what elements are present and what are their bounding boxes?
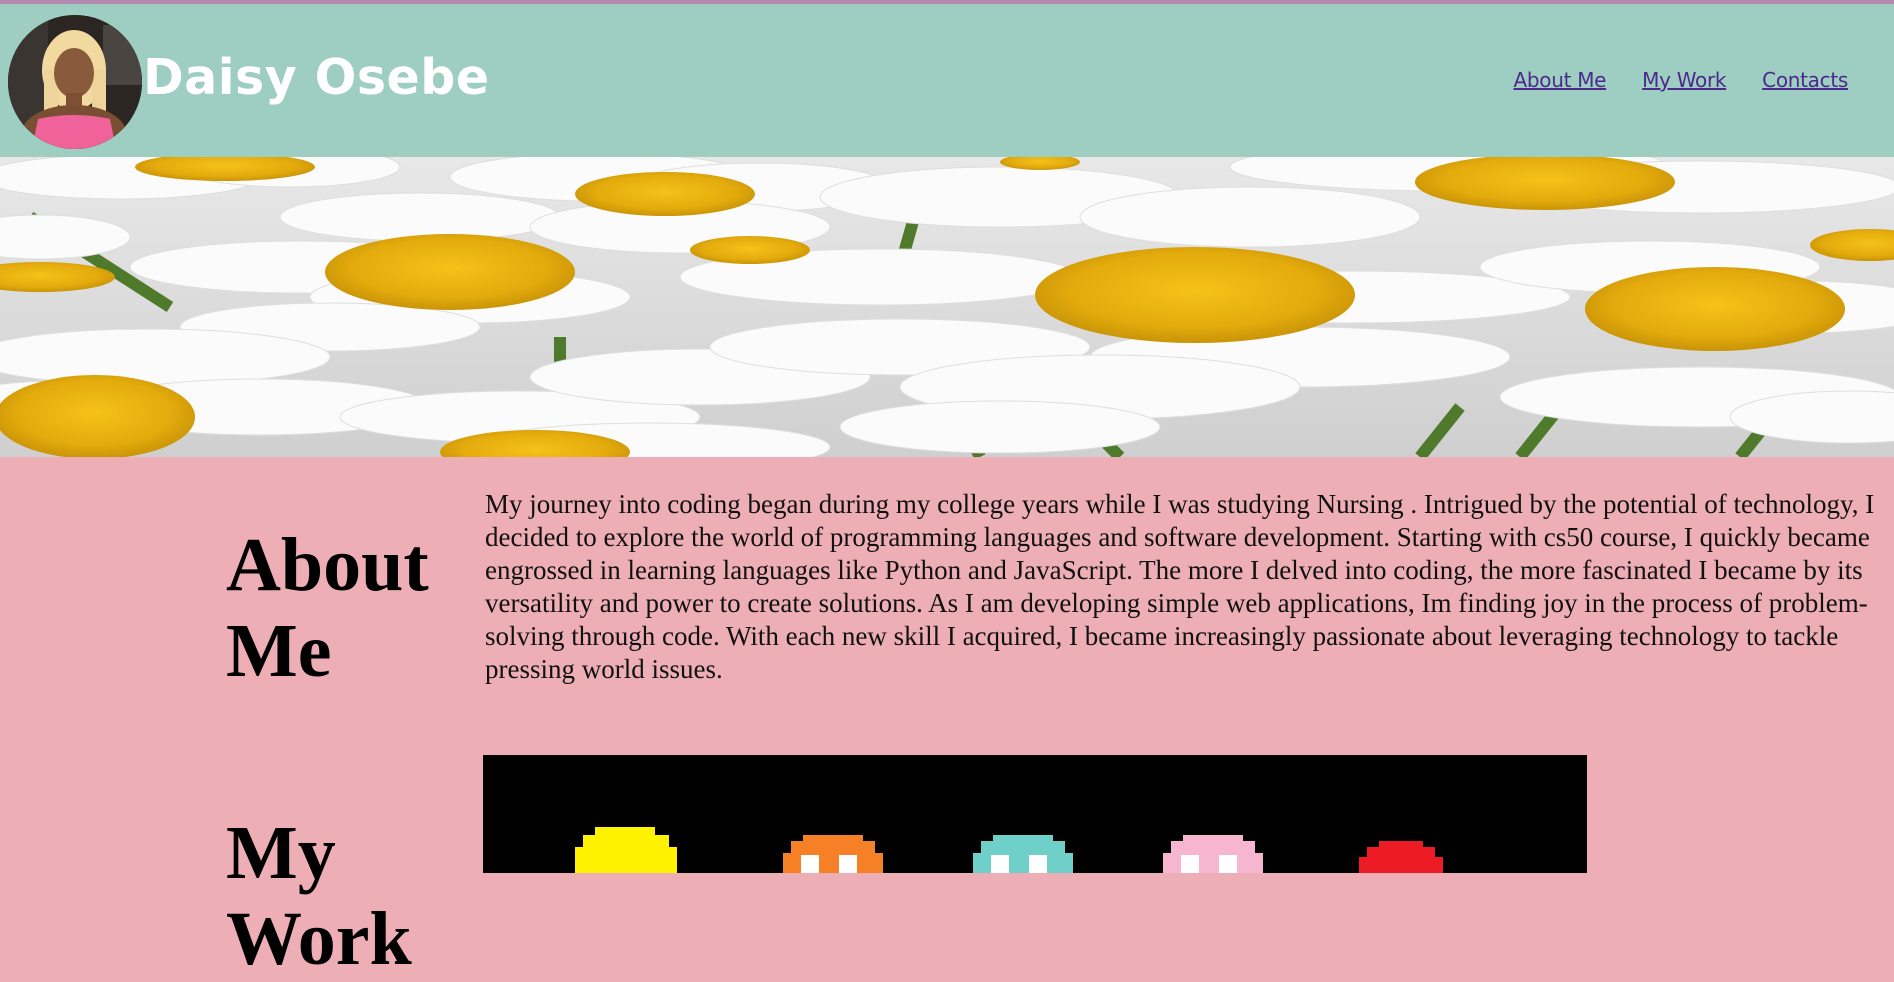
main-nav: About Me My Work Contacts [1514,68,1849,92]
about-paragraph: My journey into coding began during my c… [485,489,1875,684]
nav-link-contacts[interactable]: Contacts [1762,68,1848,92]
nav-link-my-work[interactable]: My Work [1642,68,1726,92]
about-heading: About Me [226,523,429,693]
work-image [483,755,1587,873]
ghosts-pixel-art [483,755,1587,873]
work-heading: My Work [226,811,412,981]
site-name: Daisy Osebe [143,49,490,106]
daisy-banner-image [0,157,1894,457]
hero-banner [0,157,1894,457]
site-header: Daisy Osebe About Me My Work Contacts [0,4,1894,157]
nav-link-about-me[interactable]: About Me [1514,68,1607,92]
avatar [8,15,142,149]
avatar-photo [8,15,142,149]
